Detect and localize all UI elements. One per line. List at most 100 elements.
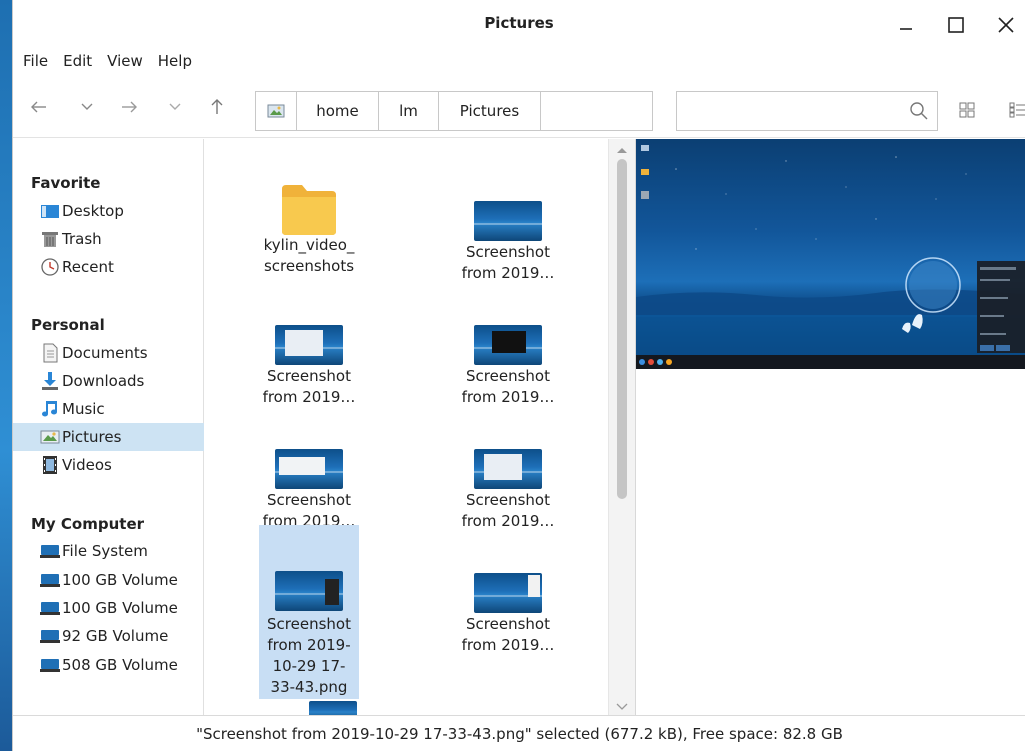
list-view-icon <box>1009 102 1025 118</box>
file-grid-scrollbar[interactable] <box>608 139 635 715</box>
sidebar-item-label: Desktop <box>62 202 124 220</box>
file-item-screenshot[interactable]: Screenshot from 2019… <box>458 201 558 285</box>
sidebar-item-label: Documents <box>62 344 148 362</box>
toolbar: home lm Pictures <box>13 74 1025 138</box>
grid-view-icon <box>959 102 975 118</box>
minimize-button[interactable] <box>889 10 923 40</box>
preview-wallpaper <box>636 145 1025 369</box>
sidebar-item-downloads[interactable]: Downloads <box>13 367 204 395</box>
image-preview <box>636 139 1025 369</box>
arrow-right-icon <box>122 101 137 113</box>
close-icon <box>998 17 1014 33</box>
image-thumbnail <box>309 701 357 715</box>
icon-view-button[interactable] <box>959 102 975 122</box>
picture-icon <box>39 427 61 447</box>
sidebar-item-videos[interactable]: Videos <box>13 451 204 479</box>
sidebar-item-file-system[interactable]: File System <box>13 537 204 565</box>
window-title: Pictures <box>484 14 554 32</box>
forward-button[interactable] <box>117 96 141 118</box>
status-bar: "Screenshot from 2019-10-29 17-33-43.png… <box>13 715 1025 751</box>
section-my-computer: My Computer <box>31 515 145 533</box>
sidebar-item-label: Music <box>62 400 105 418</box>
sidebar-item-label: 100 GB Volume <box>62 571 178 589</box>
image-thumbnail <box>474 573 542 613</box>
sidebar-item-documents[interactable]: Documents <box>13 339 204 367</box>
image-folder-icon <box>256 92 296 130</box>
menubar: File Edit View Help <box>13 48 1025 74</box>
maximize-icon <box>948 17 964 33</box>
breadcrumb: home lm Pictures <box>255 91 653 131</box>
back-button[interactable] <box>27 96 51 118</box>
breadcrumb-pictures[interactable]: Pictures <box>438 92 540 130</box>
maximize-button[interactable] <box>939 10 973 40</box>
menu-file[interactable]: File <box>23 52 48 70</box>
status-text: "Screenshot from 2019-10-29 17-33-43.png… <box>196 724 843 743</box>
trash-icon <box>39 229 61 249</box>
drive-icon <box>39 626 61 646</box>
sidebar-item-volume-1[interactable]: 100 GB Volume <box>13 566 204 594</box>
arrow-up-icon <box>211 99 223 114</box>
scroll-up-icon[interactable] <box>616 146 628 154</box>
scrollbar-thumb[interactable] <box>617 159 627 499</box>
drive-icon <box>39 655 61 675</box>
download-icon <box>39 371 61 391</box>
chevron-down-icon <box>81 103 93 110</box>
folder-icon <box>282 185 336 235</box>
image-thumbnail <box>275 325 343 365</box>
sidebar-item-label: File System <box>62 542 148 560</box>
file-grid[interactable]: kylin_video_ screenshots Screenshot from… <box>205 139 608 715</box>
desktop-icon <box>39 201 61 221</box>
close-button[interactable] <box>989 10 1023 40</box>
sidebar-item-pictures[interactable]: Pictures <box>13 423 204 451</box>
image-thumbnail <box>474 449 542 489</box>
sidebar-item-desktop[interactable]: Desktop <box>13 197 204 225</box>
breadcrumb-home[interactable]: home <box>296 92 378 130</box>
menu-view[interactable]: View <box>107 52 143 70</box>
file-item-screenshot[interactable]: Screenshot from 2019… <box>458 573 558 657</box>
file-item-folder[interactable]: kylin_video_ screenshots <box>259 183 359 279</box>
section-personal: Personal <box>31 316 105 334</box>
desktop-background <box>0 0 12 751</box>
file-manager-window: Pictures File Edit View Help home lm Pic… <box>12 0 1025 751</box>
sidebar-item-label: Downloads <box>62 372 145 390</box>
menu-edit[interactable]: Edit <box>63 52 92 70</box>
scroll-down-icon[interactable] <box>616 703 628 711</box>
sidebar-item-trash[interactable]: Trash <box>13 225 204 253</box>
up-button[interactable] <box>205 96 229 118</box>
file-item-screenshot[interactable]: Screenshot from 2019… <box>259 325 359 409</box>
image-thumbnail <box>275 449 343 489</box>
sidebar-item-label: Recent <box>62 258 114 276</box>
sidebar-item-label: 92 GB Volume <box>62 627 169 645</box>
search-field[interactable] <box>676 91 938 131</box>
sidebar-item-label: 100 GB Volume <box>62 599 178 617</box>
file-item-screenshot-selected[interactable]: Screenshot from 2019- 10-29 17- 33-43.pn… <box>259 525 359 699</box>
sidebar-item-volume-4[interactable]: 508 GB Volume <box>13 651 204 679</box>
breadcrumb-lm[interactable]: lm <box>378 92 438 130</box>
titlebar: Pictures <box>13 0 1025 48</box>
drive-icon <box>39 598 61 618</box>
sidebar: Favorite Desktop Trash Recent Personal D… <box>13 139 204 715</box>
back-history-button[interactable] <box>75 96 99 118</box>
file-item-screenshot[interactable]: Screenshot from 2019… <box>259 449 359 527</box>
breadcrumb-empty[interactable] <box>540 92 652 130</box>
sidebar-item-music[interactable]: Music <box>13 395 204 423</box>
menu-help[interactable]: Help <box>158 52 192 70</box>
section-favorite: Favorite <box>31 174 101 192</box>
document-icon <box>39 343 61 363</box>
drive-icon <box>39 541 61 561</box>
sidebar-item-recent[interactable]: Recent <box>13 253 204 281</box>
music-icon <box>39 399 61 419</box>
image-thumbnail <box>275 571 343 611</box>
forward-history-button[interactable] <box>163 96 187 118</box>
search-icon[interactable] <box>909 101 929 121</box>
sidebar-item-label: Trash <box>62 230 102 248</box>
file-item-screenshot[interactable]: Screenshot from 2019… <box>458 325 558 409</box>
video-icon <box>39 455 61 475</box>
image-thumbnail <box>474 201 542 241</box>
chevron-down-icon <box>169 103 181 110</box>
list-view-button[interactable] <box>1009 102 1025 122</box>
sidebar-item-volume-2[interactable]: 100 GB Volume <box>13 594 204 622</box>
arrow-left-icon <box>31 101 46 113</box>
sidebar-item-volume-3[interactable]: 92 GB Volume <box>13 622 204 650</box>
file-item-screenshot[interactable]: Screenshot from 2019… <box>458 449 558 533</box>
